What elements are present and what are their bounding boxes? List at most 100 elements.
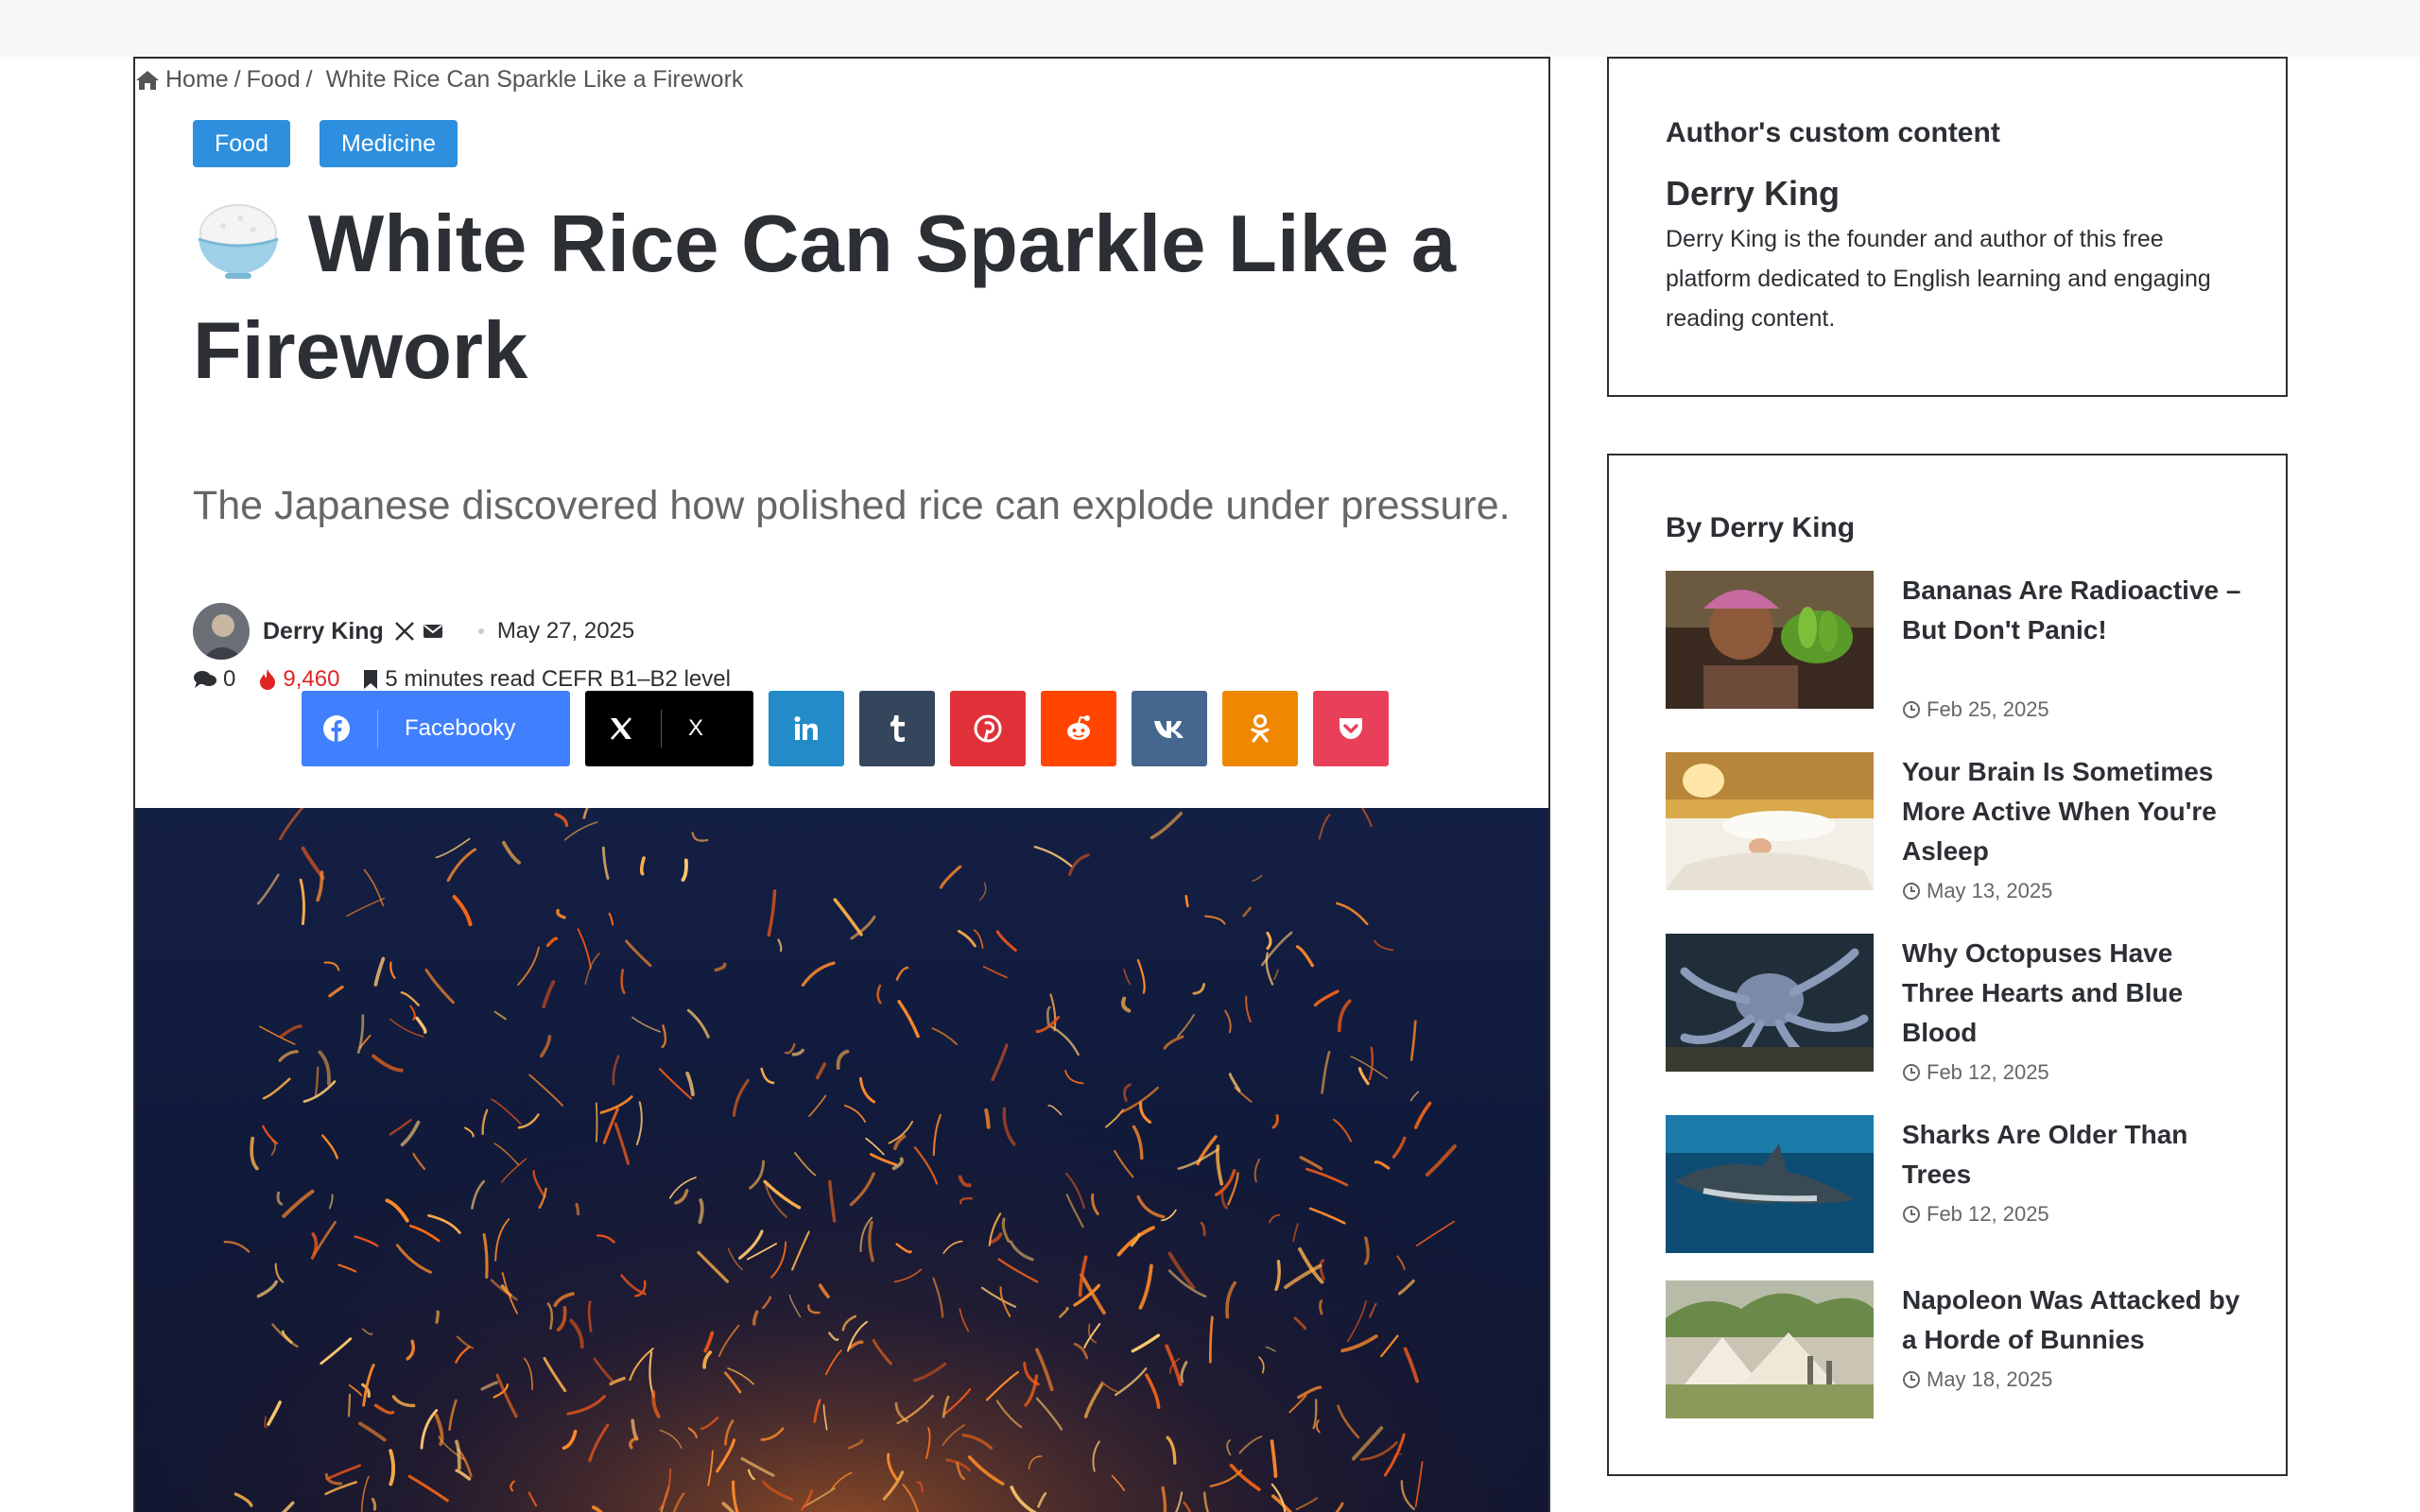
clock-icon: [1903, 1064, 1920, 1081]
post-thumbnail[interactable]: [1666, 1115, 1874, 1253]
list-item[interactable]: Your Brain Is Sometimes More Active When…: [1666, 752, 2252, 902]
spark-streak: [575, 1202, 580, 1216]
author-heading: Derry King: [1666, 174, 1841, 213]
post-date: Feb 12, 2025: [1902, 1202, 2049, 1227]
breadcrumb-current: White Rice Can Sparkle Like a Firework: [325, 66, 744, 93]
author-posts-widget: By Derry King Bananas Are Radioactive – …: [1607, 454, 2288, 1476]
post-date: May 18, 2025: [1902, 1367, 2052, 1392]
post-thumbnail[interactable]: [1666, 752, 1874, 890]
spark-streak: [347, 1393, 352, 1418]
spark-streak: [435, 1310, 440, 1324]
view-count-value: 9,460: [283, 666, 340, 692]
breadcrumb-separator: /: [305, 66, 313, 93]
post-thumbnail[interactable]: [1666, 1280, 1874, 1418]
share-pocket-button[interactable]: [1313, 691, 1389, 766]
share-facebook-label: Facebooky: [405, 715, 516, 741]
reddit-icon: [1067, 715, 1090, 740]
spark-streak: [596, 1102, 598, 1143]
comment-count[interactable]: 0: [193, 666, 235, 693]
author-meta: Derry King May 27, 2025: [193, 603, 634, 660]
post-title[interactable]: Napoleon Was Attacked by a Horde of Bunn…: [1902, 1280, 2252, 1360]
category-tag-food[interactable]: Food: [193, 120, 290, 167]
article-title: White Rice Can Sparkle Like a Firework: [193, 191, 1535, 404]
reading-time-text: 5 minutes read CEFR B1–B2 level: [385, 666, 731, 692]
share-linkedin-button[interactable]: [769, 691, 844, 766]
breadcrumb-separator: /: [233, 66, 241, 93]
widget-title: By Derry King: [1666, 512, 1856, 543]
post-title[interactable]: Your Brain Is Sometimes More Active When…: [1902, 752, 2252, 871]
list-item[interactable]: Napoleon Was Attacked by a Horde of Bunn…: [1666, 1280, 2252, 1422]
share-odnoklassniki-button[interactable]: [1222, 691, 1298, 766]
linkedin-icon: [794, 716, 818, 740]
post-title[interactable]: Bananas Are Radioactive – But Don't Pani…: [1902, 571, 2252, 650]
pinterest-icon: [974, 714, 1002, 743]
comment-count-value: 0: [223, 666, 236, 692]
post-title[interactable]: Sharks Are Older Than Trees: [1902, 1115, 2252, 1194]
share-facebook-button[interactable]: Facebooky: [302, 691, 570, 766]
share-vk-button[interactable]: [1132, 691, 1207, 766]
featured-image: [135, 808, 1548, 1512]
breadcrumb-food[interactable]: Food: [247, 66, 301, 94]
author-name[interactable]: Derry King: [263, 618, 384, 645]
vk-icon: [1154, 721, 1184, 738]
top-bar: [0, 0, 2420, 57]
post-date-value: May 13, 2025: [1927, 879, 2053, 902]
x-icon[interactable]: [393, 620, 416, 643]
spark-streak: [984, 1108, 991, 1129]
share-x-button[interactable]: X: [585, 691, 753, 766]
article-subtitle: The Japanese discovered how polished ric…: [193, 483, 1511, 528]
share-x-label: X: [688, 715, 704, 741]
post-date-value: May 18, 2025: [1927, 1367, 2053, 1391]
share-pinterest-button[interactable]: [950, 691, 1026, 766]
post-date-value: Feb 25, 2025: [1927, 697, 2049, 721]
category-tag-medicine[interactable]: Medicine: [319, 120, 458, 167]
share-tumblr-button[interactable]: [859, 691, 935, 766]
author-bio: Derry King is the founder and author of …: [1666, 226, 2211, 332]
post-date: May 13, 2025: [1902, 879, 2052, 903]
share-divider: [377, 710, 378, 747]
post-date: Feb 25, 2025: [1902, 697, 2049, 722]
comments-icon: [194, 671, 216, 688]
clock-icon: [1903, 1371, 1920, 1388]
facebook-icon: [323, 715, 350, 742]
article-title-text: White Rice Can Sparkle Like a Firework: [193, 199, 1457, 396]
post-thumbnail[interactable]: [1666, 934, 1874, 1072]
share-buttons: Facebooky X: [302, 691, 1389, 766]
spark-streak: [1184, 895, 1189, 908]
article-card: Home / Food / White Rice Can Sparkle Lik…: [133, 57, 1550, 1512]
breadcrumb: Home / Food / White Rice Can Sparkle Lik…: [135, 66, 743, 94]
breadcrumb-home[interactable]: Home: [165, 66, 229, 94]
list-item[interactable]: Why Octopuses Have Three Hearts and Blue…: [1666, 934, 2252, 1084]
spark-streak: [1319, 1299, 1323, 1315]
clock-icon: [1903, 1206, 1920, 1223]
share-divider: [661, 710, 662, 747]
post-date-value: Feb 12, 2025: [1927, 1060, 2049, 1084]
post-title[interactable]: Why Octopuses Have Three Hearts and Blue…: [1902, 934, 2252, 1053]
author-custom-widget: Author's custom content Derry King Derry…: [1607, 57, 2288, 397]
bookmark-icon: [364, 670, 378, 689]
publish-date: May 27, 2025: [496, 618, 635, 644]
post-date: Feb 12, 2025: [1902, 1060, 2049, 1085]
flame-icon: [260, 669, 276, 690]
envelope-icon[interactable]: [422, 620, 444, 643]
meta-separator-dot: [477, 628, 484, 634]
post-thumbnail[interactable]: [1666, 571, 1874, 709]
clock-icon: [1903, 701, 1920, 718]
odnoklassniki-icon: [1251, 713, 1270, 743]
article-stats: 0 9,460 5 minutes read CEFR B1–B2 level: [193, 666, 753, 693]
widget-title: Author's custom content: [1666, 117, 2000, 148]
post-date-value: Feb 12, 2025: [1927, 1202, 2049, 1226]
author-avatar[interactable]: [193, 603, 250, 660]
clock-icon: [1903, 883, 1920, 900]
list-item[interactable]: Sharks Are Older Than Trees Feb 12, 2025: [1666, 1115, 2252, 1257]
x-icon: [611, 717, 631, 740]
list-item[interactable]: Bananas Are Radioactive – But Don't Pani…: [1666, 571, 2252, 721]
tumblr-icon: [890, 715, 905, 742]
reading-time: 5 minutes read CEFR B1–B2 level: [362, 666, 731, 693]
home-icon: [136, 70, 159, 90]
view-count: 9,460: [258, 666, 339, 693]
rice-bowl-icon: [198, 204, 279, 279]
share-reddit-button[interactable]: [1041, 691, 1116, 766]
pocket-icon: [1340, 718, 1362, 739]
category-tags: Food Medicine: [193, 120, 458, 167]
